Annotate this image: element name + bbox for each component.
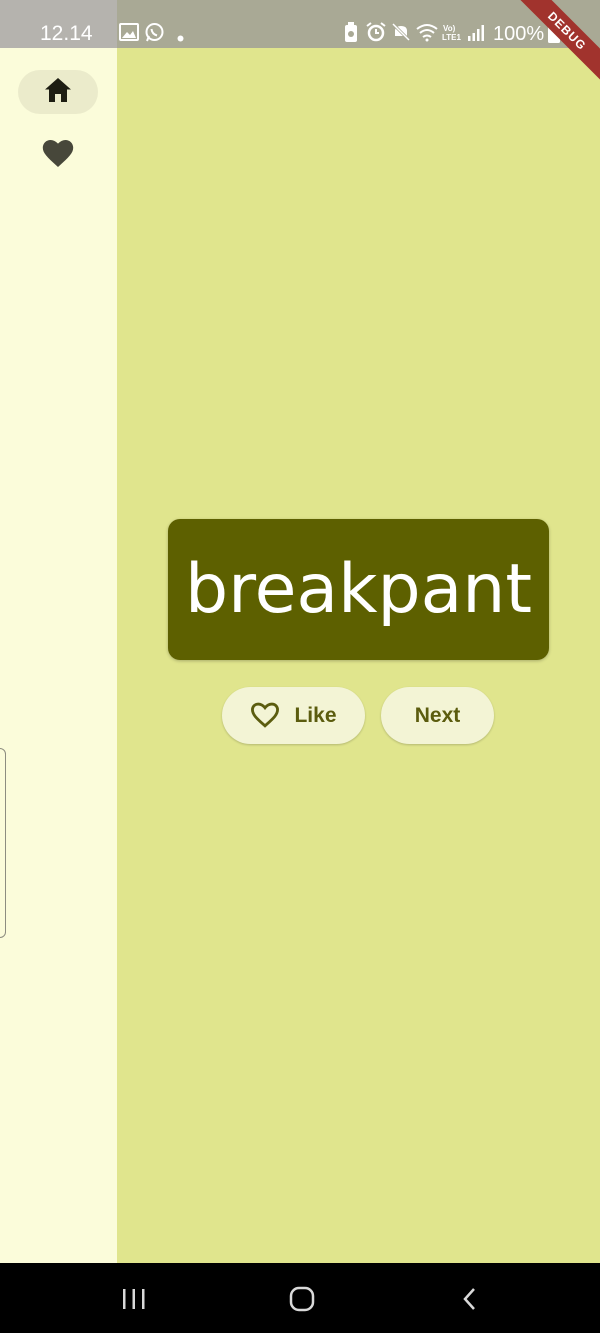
status-time: 12.14 [40, 22, 93, 45]
next-button[interactable]: Next [381, 687, 494, 744]
signal-icon [467, 22, 485, 47]
home-circle-icon [289, 1286, 315, 1312]
notification-dot-icon [177, 29, 184, 47]
whatsapp-icon [144, 22, 165, 48]
edge-panel-handle[interactable] [0, 748, 6, 938]
mute-icon [391, 22, 411, 47]
word-pair-card: breakpant [168, 519, 549, 660]
recent-apps-button[interactable] [114, 1285, 154, 1313]
heart-icon [42, 139, 74, 173]
alarm-icon [366, 22, 386, 47]
battery-saver-icon [343, 22, 359, 48]
svg-text:Vo): Vo) [443, 24, 456, 33]
battery-percentage: 100% [493, 23, 545, 45]
like-label: Like [294, 703, 337, 727]
gallery-icon [119, 22, 139, 47]
back-chevron-icon [463, 1288, 475, 1310]
volte-icon: Vo) LTE1 [442, 23, 464, 45]
navigation-rail [0, 48, 117, 1263]
svg-text:LTE1: LTE1 [442, 33, 462, 42]
nav-item-home[interactable] [18, 70, 98, 114]
next-label: Next [414, 703, 461, 727]
system-navigation-bar [0, 1263, 600, 1333]
like-button[interactable]: Like [222, 687, 365, 744]
status-bar: 12.14 Vo) LTE1 100% [0, 0, 600, 48]
back-button[interactable] [450, 1285, 490, 1313]
recents-icon [123, 1289, 145, 1309]
nav-item-favorites[interactable] [18, 134, 98, 178]
wifi-icon [415, 22, 439, 47]
heart-outline-icon [250, 702, 280, 729]
word-pair-text: breakpant [184, 549, 533, 629]
app-screen: 12.14 Vo) LTE1 100% DEBUG breakpant Like… [0, 0, 600, 1333]
home-icon [44, 77, 72, 108]
home-system-button[interactable] [282, 1285, 322, 1313]
